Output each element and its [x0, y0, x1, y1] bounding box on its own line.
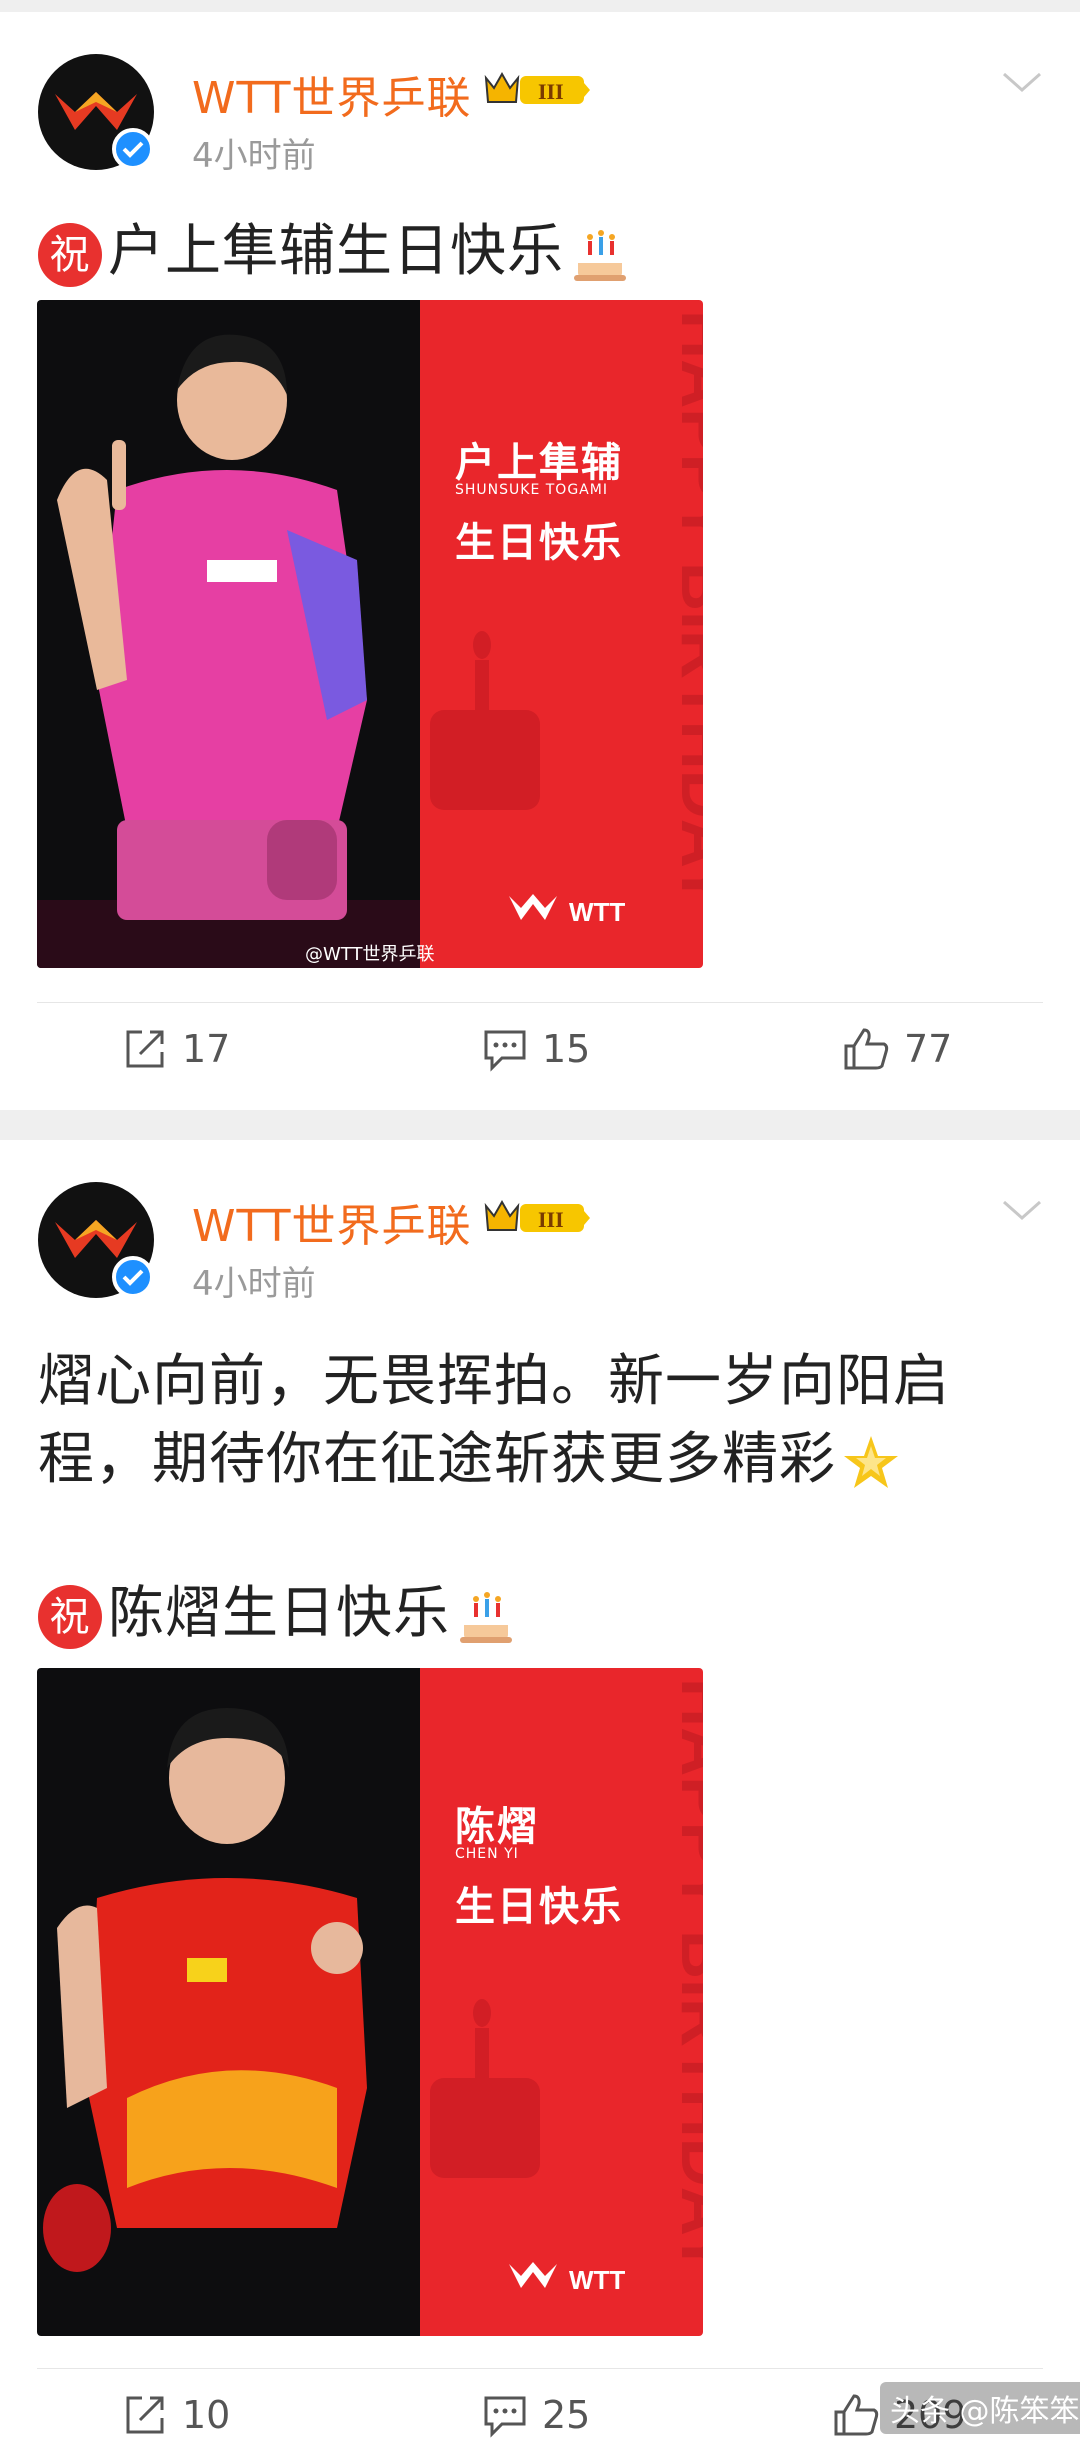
thumbs-up-icon — [844, 1028, 889, 1070]
zhu-emoji-icon: 祝 — [38, 1584, 102, 1649]
player-figure — [37, 334, 420, 968]
share-count: 17 — [182, 1027, 231, 1071]
author-name[interactable]: WTT世界乒联 — [192, 1190, 472, 1254]
vip-crown-badge-icon[interactable]: III — [482, 1196, 592, 1238]
comment-button[interactable]: 15 — [482, 1026, 590, 1072]
source-watermark: 头条 @陈笨笨 — [880, 2382, 1080, 2434]
share-icon — [126, 1030, 164, 1068]
birthday-image[interactable]: HAPPY BIRTHDAY 陈熠 CHEN YI 生日快乐 WTT — [37, 1668, 703, 2336]
comment-icon — [484, 1030, 526, 1072]
birthday-image[interactable]: HAPPY BIRTHDAY 户上隼辅 SHUNSUKE TOGAMI 生日快乐… — [37, 300, 703, 968]
greeting-text: 陈熠生日快乐 — [108, 1581, 450, 1646]
player-name-en: SHUNSUKE TOGAMI — [455, 482, 608, 498]
svg-text:III: III — [538, 79, 564, 104]
svg-text:WTT: WTT — [569, 897, 625, 927]
greeting-line: 祝陈熠生日快乐 — [38, 1568, 516, 1649]
svg-text:HAPPY BIRTHDAY: HAPPY BIRTHDAY — [667, 310, 703, 907]
verified-icon — [112, 1256, 154, 1298]
wtt-brand-logo-icon: WTT — [509, 894, 625, 927]
player-photo — [37, 1668, 420, 2336]
comment-icon — [484, 2396, 526, 2438]
post-time: 4小时前 — [192, 136, 316, 176]
svg-text:III: III — [538, 1207, 564, 1232]
player-figure — [43, 1708, 367, 2272]
svg-text:HAPPY BIRTHDAY: HAPPY BIRTHDAY — [667, 1678, 703, 2275]
comment-button[interactable]: 25 — [482, 2392, 590, 2438]
thumbs-up-icon — [834, 2394, 879, 2436]
feed-gap — [0, 1110, 1080, 1140]
happy-birthday-side-text: HAPPY BIRTHDAY — [430, 310, 703, 907]
happy-birthday-side-text: HAPPY BIRTHDAY — [430, 1678, 703, 2275]
divider — [37, 1002, 1043, 1003]
greeting-line: 祝户上隼辅生日快乐 — [38, 206, 630, 287]
player-name-cn: 陈熠 — [455, 1804, 539, 1850]
post-card: WTT世界乒联 III 4小时前 祝户上隼辅生日快乐 HAPPY BIRTHDA… — [0, 12, 1080, 1110]
birthday-cake-icon — [574, 229, 626, 281]
birthday-text: 生日快乐 — [455, 1884, 623, 1930]
birthday-cake-icon — [460, 1591, 512, 1643]
share-count: 10 — [182, 2393, 231, 2437]
wtt-logo-icon — [55, 92, 137, 130]
share-button[interactable]: 17 — [122, 1026, 230, 1072]
red-panel: HAPPY BIRTHDAY — [420, 300, 703, 968]
comment-count: 15 — [542, 1027, 591, 1071]
birthday-text: 生日快乐 — [455, 520, 623, 566]
red-panel: HAPPY BIRTHDAY — [420, 1668, 703, 2336]
svg-text:WTT: WTT — [569, 2265, 625, 2295]
post-text-line: 程，期待你在征途斩获更多精彩 — [38, 1414, 902, 1495]
like-count: 77 — [904, 1027, 953, 1071]
post-time: 4小时前 — [192, 1264, 316, 1304]
greeting-text: 户上隼辅生日快乐 — [108, 219, 564, 284]
wtt-logo-icon — [55, 1220, 137, 1258]
player-name-cn: 户上隼辅 — [455, 440, 623, 486]
like-button[interactable]: 77 — [842, 1026, 952, 1072]
vip-crown-badge-icon[interactable]: III — [482, 68, 592, 110]
divider — [37, 2368, 1043, 2369]
share-icon — [126, 2396, 164, 2434]
post-card: WTT世界乒联 III 4小时前 熠心向前，无畏挥拍。新一岁向阳启 程，期待你在… — [0, 1140, 1080, 2452]
verified-icon — [112, 128, 154, 170]
player-photo — [37, 300, 420, 968]
author-name[interactable]: WTT世界乒联 — [192, 62, 472, 126]
comment-count: 25 — [542, 2393, 591, 2437]
wtt-brand-logo-icon: WTT — [509, 2262, 625, 2295]
image-watermark: @WTT世界乒联 — [305, 944, 435, 965]
glowing-star-icon — [844, 1435, 898, 1488]
chevron-down-icon[interactable] — [1000, 1196, 1044, 1224]
feed-gap — [0, 0, 1080, 12]
player-name-en: CHEN YI — [455, 1846, 519, 1862]
post-text-line: 熠心向前，无畏挥拍。新一岁向阳启 — [38, 1349, 950, 1414]
zhu-emoji-icon: 祝 — [38, 222, 102, 287]
chevron-down-icon[interactable] — [1000, 68, 1044, 96]
share-button[interactable]: 10 — [122, 2392, 230, 2438]
post-text-line-2: 程，期待你在征途斩获更多精彩 — [38, 1427, 836, 1492]
